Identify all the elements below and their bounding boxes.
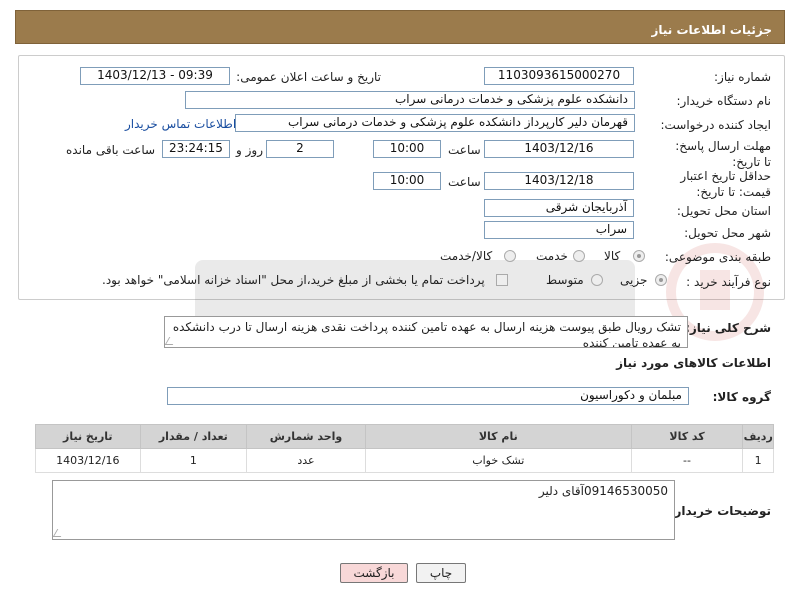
city-label: شهر محل تحویل: — [684, 226, 771, 240]
price-validity-date: 1403/12/18 — [484, 172, 634, 190]
cell-name: تشک خواب — [364, 448, 632, 473]
cell-unit: عدد — [246, 448, 366, 473]
cell-date: 1403/12/16 — [35, 448, 141, 473]
need-number-field: 1103093615000270 — [484, 67, 634, 85]
col-code: کد کالا — [630, 424, 744, 449]
category-radio-service[interactable] — [573, 250, 585, 262]
category-label: طبقه بندی موضوعی: — [664, 250, 771, 264]
price-validity-label: حداقل تاریخ اعتبار قیمت: تا تاریخ: — [651, 168, 771, 200]
print-button[interactable]: چاپ — [416, 563, 466, 583]
province-field: آذربایجان شرقی — [484, 199, 634, 217]
items-table: ردیف کد کالا نام کالا واحد شمارش تعداد /… — [35, 424, 774, 473]
category-option-goods: کالا — [604, 249, 621, 263]
buyer-notes-text: 09146530050آقای دلیر — [538, 484, 668, 498]
col-unit: واحد شمارش — [246, 424, 366, 449]
col-qty: تعداد / مقدار — [139, 424, 248, 449]
reply-deadline-date: 1403/12/16 — [484, 140, 634, 158]
items-table-header: ردیف کد کالا نام کالا واحد شمارش تعداد /… — [35, 424, 774, 449]
reply-remaining-field: 23:24:15 — [162, 140, 230, 158]
category-radio-both[interactable] — [504, 250, 516, 262]
announce-date-field: 1403/12/13 - 09:39 — [80, 67, 230, 85]
price-validity-label-text: حداقل تاریخ اعتبار قیمت: تا تاریخ: — [680, 169, 771, 199]
description-text: تشک رویال طبق پیوست هزینه ارسال به عهده … — [172, 320, 681, 348]
buyer-org-field: دانشکده علوم پزشکی و خدمات درمانی سراب — [185, 91, 635, 109]
reply-remaining-label: ساعت باقی مانده — [66, 143, 156, 157]
items-section-title: اطلاعات کالاهای مورد نیاز — [616, 356, 771, 370]
province-label: استان محل تحویل: — [676, 204, 771, 218]
purchase-option-minor: جزیی — [620, 273, 648, 287]
buyer-contact-link[interactable]: اطلاعات تماس خریدار — [125, 117, 236, 131]
buyer-org-label: نام دستگاه خریدار: — [676, 94, 772, 108]
purchase-option-medium: متوسط — [546, 273, 584, 287]
item-group-label: گروه کالا: — [712, 390, 771, 404]
reply-deadline-label-text: مهلت ارسال پاسخ: تا تاریخ: — [675, 139, 771, 169]
table-row: 1 -- تشک خواب عدد 1 1403/12/16 — [35, 448, 774, 473]
requester-label: ایجاد کننده درخواست: — [660, 118, 771, 132]
price-time-label: ساعت — [448, 175, 481, 189]
description-textarea[interactable]: تشک رویال طبق پیوست هزینه ارسال به عهده … — [164, 316, 688, 348]
page-title: جزئیات اطلاعات نیاز — [651, 23, 772, 37]
purchase-radio-medium[interactable] — [591, 274, 603, 286]
col-row: ردیف — [742, 424, 774, 449]
category-option-service: خدمت — [536, 249, 568, 263]
resize-grip-icon[interactable] — [52, 529, 66, 537]
requester-field: قهرمان دلیر کارپرداز دانشکده علوم پزشکی … — [235, 114, 635, 132]
reply-days-field: 2 — [266, 140, 334, 158]
announce-date-label: تاریخ و ساعت اعلان عمومی: — [236, 70, 381, 84]
need-number-label: شماره نیاز: — [714, 70, 771, 84]
resize-grip-icon[interactable] — [165, 337, 178, 345]
purchase-type-label: نوع فرآیند خرید : — [686, 275, 771, 289]
back-button[interactable]: بازگشت — [340, 563, 408, 583]
col-name: نام کالا — [364, 424, 632, 449]
purchase-radio-minor[interactable] — [655, 274, 667, 286]
col-date: تاریخ نیاز — [35, 424, 141, 449]
item-group-field: مبلمان و دکوراسیون — [167, 387, 689, 405]
reply-deadline-time: 10:00 — [373, 140, 441, 158]
price-validity-time: 10:00 — [373, 172, 441, 190]
cell-code: -- — [630, 448, 744, 473]
city-field: سراب — [484, 221, 634, 239]
reply-days-label: روز و — [236, 143, 263, 157]
cell-row: 1 — [742, 448, 774, 473]
page-header: جزئیات اطلاعات نیاز — [15, 10, 785, 44]
buyer-notes-textarea[interactable]: 09146530050آقای دلیر — [52, 480, 675, 540]
reply-time-label: ساعت — [448, 143, 481, 157]
treasury-payment-note: پرداخت تمام یا بخشی از مبلغ خرید،از محل … — [102, 273, 485, 287]
treasury-payment-checkbox[interactable] — [496, 274, 508, 286]
buyer-notes-label: توضیحات خریدار: — [669, 504, 771, 518]
reply-deadline-label: مهلت ارسال پاسخ: تا تاریخ: — [671, 138, 771, 170]
description-label: شرح کلی نیاز: — [685, 321, 771, 335]
category-radio-goods[interactable] — [633, 250, 645, 262]
cell-qty: 1 — [139, 448, 248, 473]
category-option-both: کالا/خدمت — [440, 249, 493, 263]
